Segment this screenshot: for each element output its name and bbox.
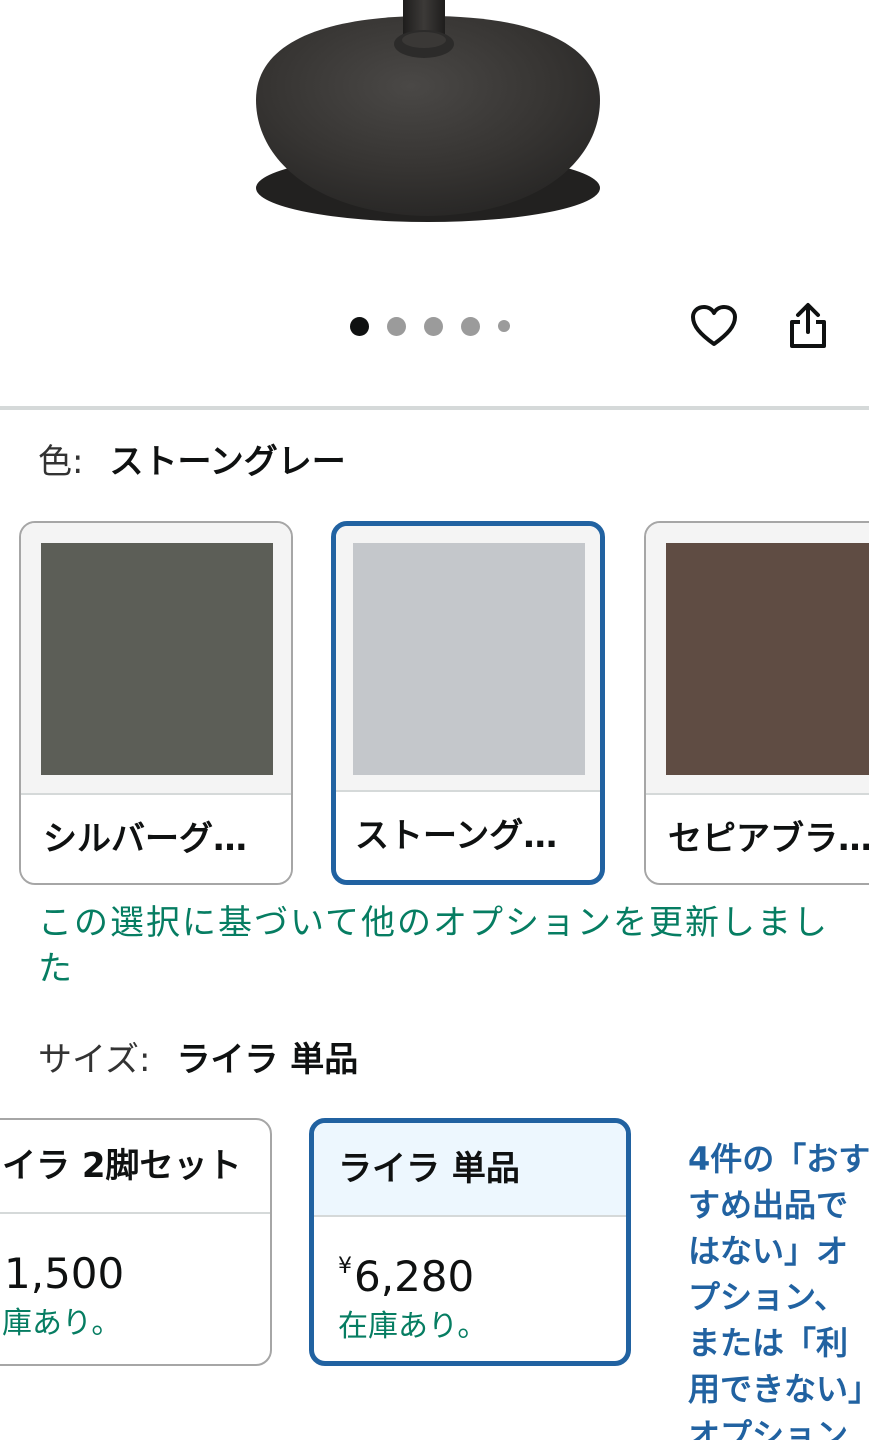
- swatch-texture: [666, 543, 869, 775]
- color-swatch-sepia-brown[interactable]: セピアブラ…: [644, 521, 869, 885]
- size-option-stock: 在庫あり。: [338, 1309, 488, 1344]
- share-button[interactable]: [782, 300, 834, 352]
- price-value: 1,500: [4, 1249, 125, 1298]
- selected-size-value: ライラ 単品: [176, 1040, 359, 1080]
- other-options-link[interactable]: 4件の「おすすめ出品ではない」オプション、または「利用できない」オプション: [688, 1136, 869, 1440]
- color-swatch-stone-gray[interactable]: ストーング…: [331, 521, 605, 885]
- section-divider: [0, 406, 869, 410]
- carousel-dot-1[interactable]: [350, 316, 369, 336]
- product-detail-page: 色: ストーングレー シルバーグ… ストーング… セピアブラ… この選択に基づいて…: [0, 0, 869, 1440]
- size-option-single[interactable]: ライラ 単品 ¥6,280 在庫あり。: [309, 1118, 631, 1366]
- stool-base-image: [256, 0, 600, 222]
- swatch-image-wrap: [646, 523, 869, 799]
- options-updated-message: この選択に基づいて他のオプションを更新しました: [38, 903, 829, 989]
- price-value: 6,280: [354, 1252, 475, 1301]
- swatch-image-wrap: [21, 523, 291, 799]
- carousel-dot-3[interactable]: [424, 316, 443, 336]
- size-label-text: サイズ:: [38, 1040, 151, 1080]
- carousel-dot-2[interactable]: [387, 316, 406, 336]
- size-option-price: ¥6,280: [314, 1237, 626, 1307]
- size-option-name: イラ 2脚セット: [0, 1120, 270, 1214]
- color-variation-label: 色: ストーングレー: [38, 440, 346, 484]
- swatch-image-wrap: [336, 526, 600, 802]
- share-icon: [790, 303, 826, 348]
- carousel-dot-4[interactable]: [461, 316, 480, 336]
- favorite-button[interactable]: [688, 300, 740, 352]
- carousel-dot-5[interactable]: [498, 320, 510, 332]
- swatch-name: シルバーグ…: [21, 793, 291, 883]
- swatch-name: セピアブラ…: [646, 793, 869, 883]
- color-swatch-silver-gray[interactable]: シルバーグ…: [19, 521, 293, 885]
- swatch-texture: [41, 543, 273, 775]
- currency-symbol: ¥: [338, 1254, 352, 1279]
- size-variation-label: サイズ: ライラ 単品: [38, 1038, 358, 1082]
- selected-color-value: ストーングレー: [109, 442, 346, 482]
- swatch-name: ストーング…: [336, 790, 600, 880]
- size-option-name: ライラ 単品: [314, 1123, 626, 1217]
- color-label-text: 色:: [38, 442, 84, 482]
- product-image[interactable]: [0, 0, 869, 290]
- swatch-texture: [353, 543, 585, 775]
- size-option-stock: 庫あり。: [2, 1306, 122, 1341]
- size-option-price: 1,500: [0, 1234, 270, 1304]
- image-carousel-dots[interactable]: [350, 316, 528, 336]
- heart-outline-icon: [691, 305, 737, 346]
- size-option-2-set[interactable]: イラ 2脚セット 1,500 庫あり。: [0, 1118, 272, 1366]
